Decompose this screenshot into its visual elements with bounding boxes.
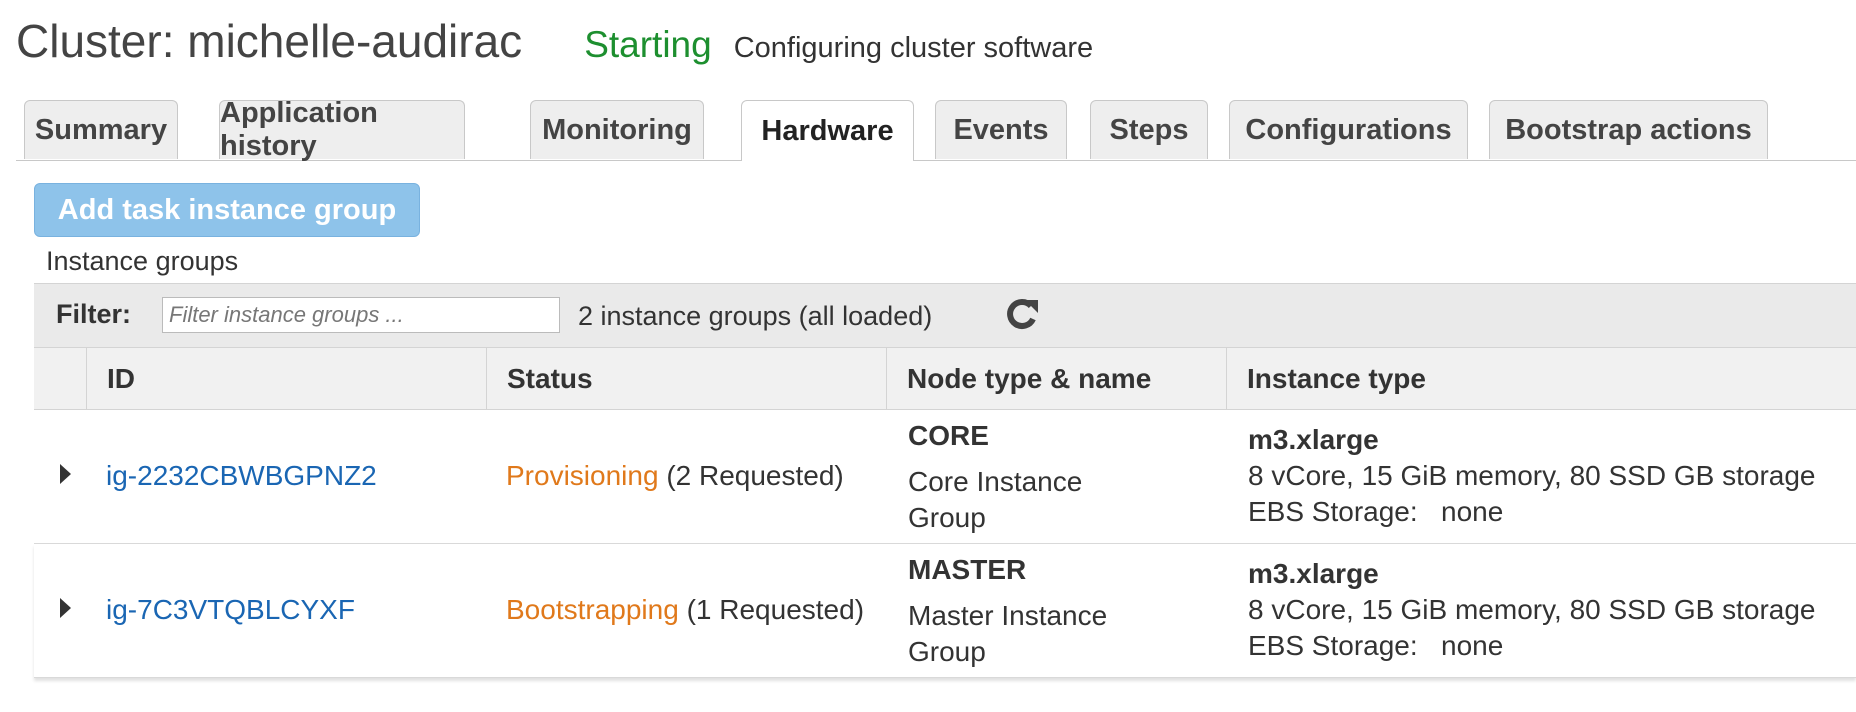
status-state: Provisioning bbox=[506, 460, 659, 491]
tab-configurations[interactable]: Configurations bbox=[1229, 100, 1468, 159]
tab-application-history[interactable]: Application history bbox=[219, 97, 465, 162]
tab-steps[interactable]: Steps bbox=[1090, 100, 1208, 159]
tab-monitoring[interactable]: Monitoring bbox=[530, 100, 704, 159]
instance-group-id-link[interactable]: ig-2232CBWBGPNZ2 bbox=[106, 460, 377, 492]
cluster-status-detail: Configuring cluster software bbox=[733, 32, 1094, 64]
instance-spec: 8 vCore, 15 GiB memory, 80 SSD GB storag… bbox=[1248, 460, 1816, 491]
table-header: ID Status Node type & name Instance type bbox=[34, 347, 1856, 410]
node-name: Core Instance Group bbox=[908, 466, 1083, 533]
cluster-header: Cluster: michelle-audirac Starting Confi… bbox=[16, 14, 1093, 74]
filter-label: Filter: bbox=[56, 299, 132, 329]
node-type: CORE bbox=[908, 420, 989, 451]
status-requested: (1 Requested) bbox=[686, 594, 865, 625]
expand-row-icon[interactable] bbox=[60, 464, 71, 484]
add-task-instance-group-button[interactable]: Add task instance group bbox=[34, 183, 420, 237]
refresh-icon[interactable] bbox=[1002, 294, 1042, 334]
instance-group-count: 2 instance groups (all loaded) bbox=[578, 301, 933, 331]
instance-groups-heading: Instance groups bbox=[46, 246, 239, 276]
instance-group-status: Bootstrapping (1 Requested) bbox=[506, 594, 864, 626]
tab-bar: Summary Application history Monitoring H… bbox=[16, 97, 1856, 162]
instance-spec: 8 vCore, 15 GiB memory, 80 SSD GB storag… bbox=[1248, 594, 1816, 625]
status-state: Bootstrapping bbox=[506, 594, 679, 625]
expand-row-icon[interactable] bbox=[60, 598, 71, 618]
instance-type: m3.xlarge bbox=[1248, 558, 1379, 589]
cluster-title: Cluster: michelle-audirac bbox=[16, 15, 523, 67]
table-row: ig-7C3VTQBLCYXF Bootstrapping (1 Request… bbox=[34, 544, 1856, 678]
tab-hardware[interactable]: Hardware bbox=[741, 100, 914, 161]
column-header-instance-type[interactable]: Instance type bbox=[1226, 348, 1856, 409]
instance-group-id-link[interactable]: ig-7C3VTQBLCYXF bbox=[106, 594, 355, 626]
tab-summary[interactable]: Summary bbox=[24, 100, 178, 159]
ebs-storage: EBS Storage: none bbox=[1248, 496, 1504, 527]
column-header-id[interactable]: ID bbox=[86, 348, 486, 409]
filter-input[interactable] bbox=[162, 297, 560, 333]
node-name: Master Instance Group bbox=[908, 600, 1108, 667]
filter-bar: Filter: 2 instance groups (all loaded) bbox=[34, 283, 1856, 347]
tab-events[interactable]: Events bbox=[935, 100, 1067, 159]
node-type: MASTER bbox=[908, 554, 1027, 585]
cluster-status: Starting bbox=[584, 24, 712, 65]
expand-column-header bbox=[34, 348, 86, 409]
status-requested: (2 Requested) bbox=[666, 460, 844, 491]
column-header-status[interactable]: Status bbox=[486, 348, 886, 409]
table-row: ig-2232CBWBGPNZ2 Provisioning (2 Request… bbox=[34, 410, 1856, 544]
ebs-storage: EBS Storage: none bbox=[1248, 630, 1504, 661]
column-header-node-type[interactable]: Node type & name bbox=[886, 348, 1226, 409]
instance-group-status: Provisioning (2 Requested) bbox=[506, 460, 844, 492]
tab-bootstrap-actions[interactable]: Bootstrap actions bbox=[1489, 100, 1768, 159]
instance-type: m3.xlarge bbox=[1248, 424, 1379, 455]
